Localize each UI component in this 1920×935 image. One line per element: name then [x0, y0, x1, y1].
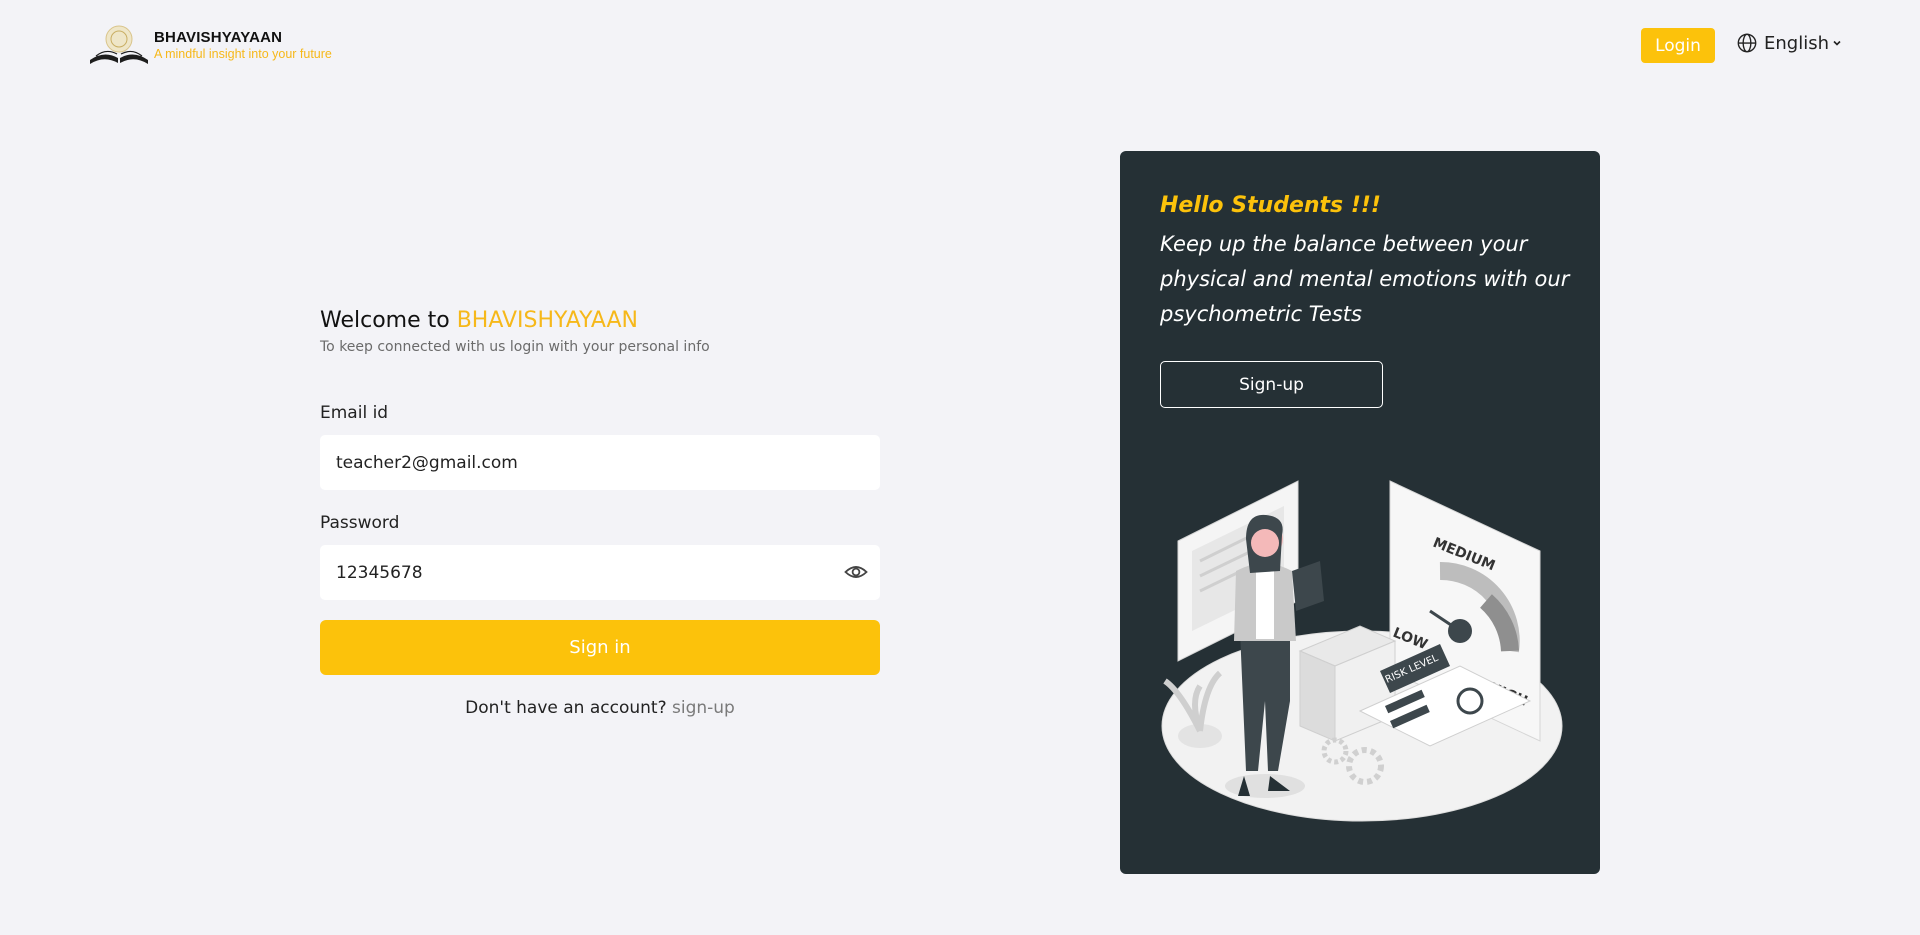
promo-message: Keep up the balance between your physica…	[1160, 232, 1570, 326]
language-label: English	[1764, 32, 1829, 54]
sign-up-link[interactable]: sign-up	[672, 698, 735, 718]
welcome-heading: Welcome to BHAVISHYAYAAN	[320, 308, 639, 333]
no-account-text: Don't have an account? sign-up	[465, 698, 735, 718]
globe-icon	[1737, 33, 1757, 53]
language-selector[interactable]: English	[1736, 32, 1842, 54]
welcome-subtitle: To keep connected with us login with you…	[320, 339, 710, 355]
email-field[interactable]	[320, 435, 880, 490]
brand[interactable]: BHAVISHYAYAAN A mindful insight into you…	[86, 22, 332, 70]
eye-icon[interactable]	[844, 562, 868, 582]
promo-card: Hello Students !!! Keep up the balance b…	[1120, 151, 1600, 874]
email-label: Email id	[320, 403, 389, 423]
risk-level-illustration: MEDIUM LOW HIGH RISK LEVEL	[1161, 480, 1563, 822]
password-label: Password	[320, 513, 400, 533]
welcome-brand: BHAVISHYAYAAN	[456, 308, 639, 333]
chevron-down-icon	[1833, 40, 1841, 46]
brand-tagline: A mindful insight into your future	[154, 47, 332, 61]
login-form: Welcome to BHAVISHYAYAAN To keep connect…	[320, 308, 880, 718]
top-header: BHAVISHYAYAAN A mindful insight into you…	[0, 0, 1920, 90]
password-field[interactable]	[320, 545, 880, 600]
sign-in-button[interactable]: Sign in	[320, 620, 880, 675]
promo-greeting: Hello Students !!!	[1160, 193, 1381, 218]
logo-icon	[90, 25, 148, 64]
promo-signup-button[interactable]: Sign-up	[1160, 361, 1383, 408]
brand-name: BHAVISHYAYAAN	[154, 29, 283, 46]
header-login-button[interactable]: Login	[1641, 28, 1715, 63]
